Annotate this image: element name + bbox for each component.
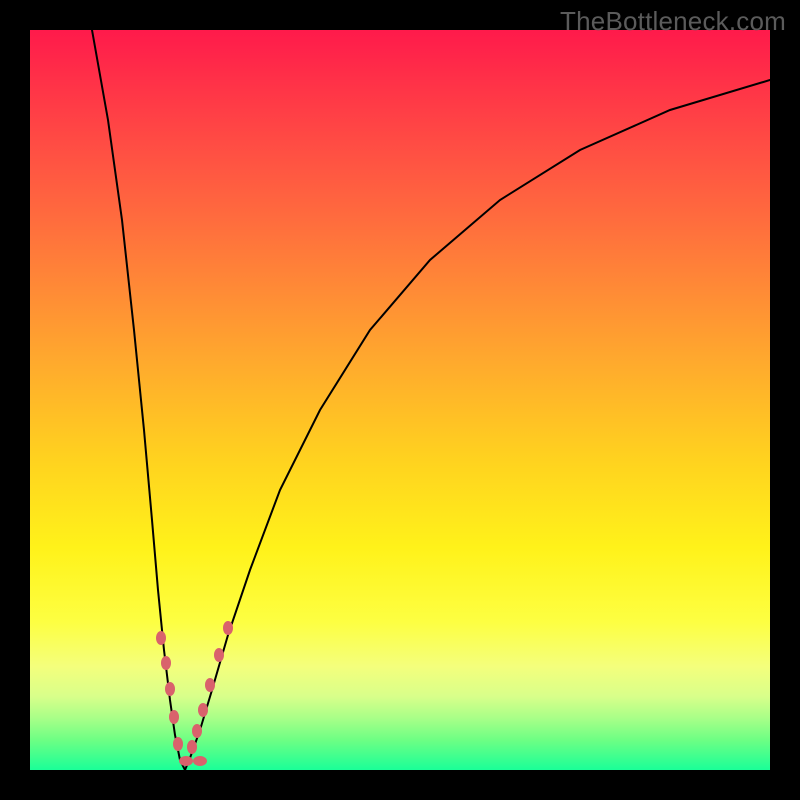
chart-frame: TheBottleneck.com <box>0 0 800 800</box>
data-marker <box>179 756 193 766</box>
data-marker <box>193 756 207 766</box>
data-marker <box>198 703 208 717</box>
plot-area <box>30 30 770 770</box>
curve-right-branch <box>185 80 770 770</box>
curve-left-branch <box>92 30 185 770</box>
data-marker <box>169 710 179 724</box>
data-marker <box>156 631 166 645</box>
data-marker <box>173 737 183 751</box>
markers-group <box>156 621 233 766</box>
watermark-label: TheBottleneck.com <box>560 6 786 37</box>
data-marker <box>165 682 175 696</box>
data-marker <box>205 678 215 692</box>
chart-svg <box>30 30 770 770</box>
data-marker <box>223 621 233 635</box>
data-marker <box>187 740 197 754</box>
data-marker <box>192 724 202 738</box>
data-marker <box>214 648 224 662</box>
data-marker <box>161 656 171 670</box>
